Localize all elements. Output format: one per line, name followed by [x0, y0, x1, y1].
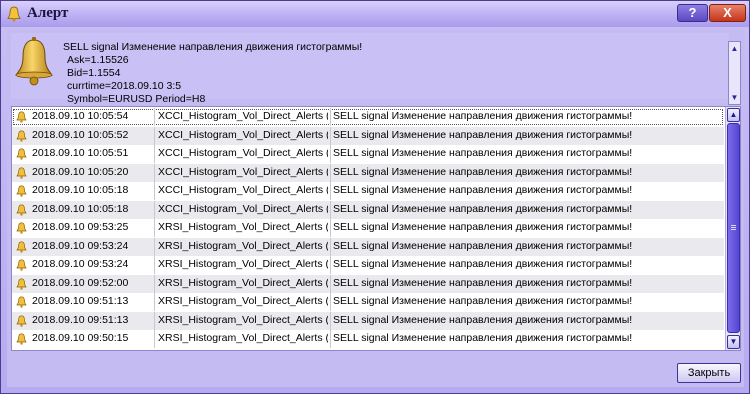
- alert-time: 2018.09.10 09:53:25: [32, 221, 129, 233]
- scroll-down-button[interactable]: ▼: [727, 335, 740, 349]
- scroll-down-icon[interactable]: ▼: [730, 93, 739, 102]
- message-line-bid: Bid=1.1554: [67, 67, 121, 79]
- bell-icon: [16, 259, 27, 271]
- alert-expert: XRSI_Histogram_Vol_Direct_Alerts (EU...: [158, 313, 328, 326]
- bell-icon: [14, 37, 54, 86]
- alert-message: SELL signal Изменение направления движен…: [333, 165, 633, 178]
- message-line-time: currtime=2018.09.10 3:5: [67, 80, 182, 92]
- alert-time: 2018.09.10 10:05:54: [32, 110, 129, 122]
- alerts-scrollbar[interactable]: ▲ ▼: [725, 107, 740, 350]
- close-button[interactable]: Закрыть: [677, 363, 741, 383]
- alert-window: Алерт ? X SELL signal Изменение направле…: [0, 0, 750, 394]
- bell-icon: [16, 185, 27, 197]
- alert-expert: XCCI_Histogram_Vol_Direct_Alerts (EU...: [158, 184, 328, 196]
- message-panel: SELL signal Изменение направления движен…: [11, 33, 741, 105]
- alert-time: 2018.09.10 09:52:00: [32, 276, 129, 289]
- alert-time: 2018.09.10 09:51:13: [32, 295, 129, 307]
- alert-expert: XCCI_Histogram_Vol_Direct_Alerts (EU...: [158, 110, 328, 122]
- alert-message: SELL signal Изменение направления движен…: [333, 313, 633, 326]
- alert-row[interactable]: 2018.09.10 10:05:20 XCCI_Histogram_Vol_Di…: [12, 163, 724, 182]
- title-bar[interactable]: Алерт ? X: [1, 1, 749, 27]
- bell-icon: [16, 148, 27, 160]
- bell-icon: [16, 111, 27, 123]
- bell-icon: [16, 296, 27, 308]
- message-line-signal: SELL signal Изменение направления движен…: [63, 41, 363, 53]
- alert-row[interactable]: 2018.09.10 10:05:52 XCCI_Histogram_Vol_Di…: [12, 126, 724, 145]
- message-scrollbar[interactable]: ▲ ▼: [728, 41, 741, 105]
- dialog-body: SELL signal Изменение направления движен…: [7, 29, 744, 387]
- message-line-ask: Ask=1.15526: [67, 54, 129, 66]
- alert-expert: XCCI_Histogram_Vol_Direct_Alerts (EU...: [158, 202, 328, 215]
- alert-time: 2018.09.10 09:51:13: [32, 313, 129, 326]
- bell-icon: [16, 166, 27, 179]
- alert-expert: XRSI_Histogram_Vol_Direct_Alerts (EU...: [158, 239, 328, 252]
- alert-expert: XCCI_Histogram_Vol_Direct_Alerts (EU...: [158, 128, 328, 141]
- bell-icon: [16, 222, 27, 234]
- alert-time: 2018.09.10 09:53:24: [32, 239, 129, 252]
- alert-message: SELL signal Изменение направления движен…: [333, 221, 633, 233]
- bell-icon: [16, 314, 27, 327]
- alert-row[interactable]: 2018.09.10 09:52:00 XRSI_Histogram_Vol_Di…: [12, 274, 724, 293]
- alerts-list: 2018.09.10 10:05:54 XCCI_Histogram_Vol_Di…: [11, 106, 741, 351]
- alert-row[interactable]: 2018.09.10 09:53:25 XRSI_Histogram_Vol_Di…: [12, 219, 724, 237]
- alert-expert: XRSI_Histogram_Vol_Direct_Alerts (EU...: [158, 295, 328, 307]
- close-window-button[interactable]: X: [709, 4, 746, 22]
- alert-time: 2018.09.10 10:05:18: [32, 184, 129, 196]
- alert-row[interactable]: 2018.09.10 10:05:54 XCCI_Histogram_Vol_Di…: [12, 108, 724, 126]
- alert-message: SELL signal Изменение направления движен…: [333, 128, 633, 141]
- alert-message: SELL signal Изменение направления движен…: [333, 258, 633, 270]
- alert-row[interactable]: 2018.09.10 09:53:24 XRSI_Histogram_Vol_Di…: [12, 237, 724, 256]
- scroll-thumb[interactable]: [727, 123, 740, 333]
- bell-icon: [16, 203, 27, 216]
- window-title: Алерт: [27, 5, 69, 21]
- alert-row[interactable]: 2018.09.10 10:05:18 XCCI_Histogram_Vol_Di…: [12, 182, 724, 200]
- alert-time: 2018.09.10 09:50:15: [32, 332, 129, 344]
- alert-message: SELL signal Изменение направления движен…: [333, 184, 633, 196]
- help-button[interactable]: ?: [677, 4, 708, 22]
- alert-message: SELL signal Изменение направления движен…: [333, 202, 633, 215]
- message-line-symbol: Symbol=EURUSD Period=H8: [67, 93, 206, 105]
- alert-time: 2018.09.10 10:05:51: [32, 147, 129, 159]
- alert-time: 2018.09.10 10:05:52: [32, 128, 129, 141]
- bell-icon: [16, 240, 27, 253]
- alert-row[interactable]: 2018.09.10 10:05:18 XCCI_Histogram_Vol_Di…: [12, 200, 724, 219]
- bell-icon: [7, 6, 21, 22]
- alert-row[interactable]: 2018.09.10 09:50:15 XRSI_Histogram_Vol_Di…: [12, 330, 724, 348]
- scroll-up-icon[interactable]: ▲: [730, 44, 739, 53]
- bell-icon: [16, 129, 27, 142]
- alert-message: SELL signal Изменение направления движен…: [333, 276, 633, 289]
- alert-expert: XRSI_Histogram_Vol_Direct_Alerts (EU...: [158, 276, 328, 289]
- alert-row[interactable]: 2018.09.10 10:05:51 XCCI_Histogram_Vol_Di…: [12, 145, 724, 163]
- alert-message: SELL signal Изменение направления движен…: [333, 295, 633, 307]
- alert-expert: XRSI_Histogram_Vol_Direct_Alerts (EU...: [158, 221, 328, 233]
- bell-icon: [16, 333, 27, 345]
- bell-icon: [16, 277, 27, 290]
- alert-message: SELL signal Изменение направления движен…: [333, 332, 633, 344]
- alert-expert: XCCI_Histogram_Vol_Direct_Alerts (EU...: [158, 165, 328, 178]
- alert-expert: XRSI_Histogram_Vol_Direct_Alerts (EU...: [158, 332, 328, 344]
- alert-message: SELL signal Изменение направления движен…: [333, 110, 633, 122]
- alert-message: SELL signal Изменение направления движен…: [333, 147, 633, 159]
- alert-row[interactable]: 2018.09.10 09:51:13 XRSI_Histogram_Vol_Di…: [12, 293, 724, 311]
- alert-time: 2018.09.10 10:05:18: [32, 202, 129, 215]
- alert-row[interactable]: 2018.09.10 09:53:24 XRSI_Histogram_Vol_Di…: [12, 256, 724, 274]
- alert-time: 2018.09.10 10:05:20: [32, 165, 129, 178]
- alert-message: SELL signal Изменение направления движен…: [333, 239, 633, 252]
- scroll-up-button[interactable]: ▲: [727, 108, 740, 122]
- alert-time: 2018.09.10 09:53:24: [32, 258, 129, 270]
- alert-row[interactable]: 2018.09.10 09:51:13 XRSI_Histogram_Vol_Di…: [12, 311, 724, 330]
- alert-expert: XRSI_Histogram_Vol_Direct_Alerts (EU...: [158, 258, 328, 270]
- alert-expert: XCCI_Histogram_Vol_Direct_Alerts (EU...: [158, 147, 328, 159]
